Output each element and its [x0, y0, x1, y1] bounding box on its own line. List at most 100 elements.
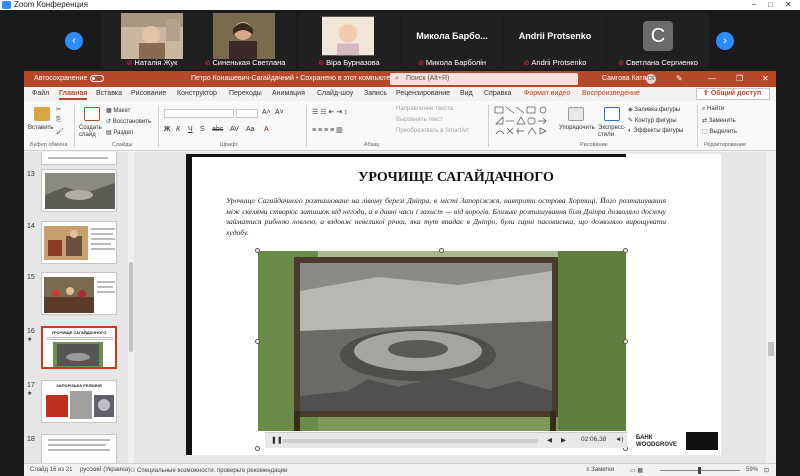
slide-video[interactable]	[258, 251, 626, 431]
resize-handle[interactable]	[255, 248, 260, 253]
shape-effects-button[interactable]: ◐ Эффекты фигуры	[628, 128, 683, 134]
section-button[interactable]: ▤ Раздел	[106, 129, 133, 136]
share-button[interactable]: ⇪ Общий доступ	[696, 88, 770, 100]
pen-icon[interactable]: ✎	[676, 71, 683, 87]
new-slide-button[interactable]: Создать слайд	[79, 125, 105, 139]
layout-button[interactable]: ▦ Макет	[106, 107, 130, 114]
shapes-gallery[interactable]	[494, 106, 554, 138]
copy-icon[interactable]: ⎘	[56, 117, 61, 124]
tab-slideshow[interactable]: Слайд-шоу	[317, 90, 353, 97]
slide-thumbnail[interactable]	[41, 169, 117, 212]
gallery-next-button[interactable]: ›	[716, 32, 734, 50]
tab-record[interactable]: Запись	[364, 90, 387, 97]
forward-icon[interactable]: ▶	[561, 436, 566, 444]
zoom-level[interactable]: 59%	[746, 467, 758, 473]
fit-icon[interactable]: ⊡	[764, 467, 769, 474]
scrollbar-thumb[interactable]	[129, 262, 133, 352]
volume-icon[interactable]: ◄)	[615, 436, 624, 443]
slide-thumbnail[interactable]: ЗАПОРІЗЬКА РЕЛІКВІЯ	[41, 380, 117, 423]
align-text-button[interactable]: Выровнять текст	[396, 117, 443, 123]
video-progress-bar[interactable]	[283, 439, 538, 443]
bold-icon[interactable]: Ж	[164, 126, 170, 133]
tab-review[interactable]: Рецензирование	[396, 90, 450, 97]
resize-handle[interactable]	[439, 248, 444, 253]
shrink-font-icon[interactable]: A˅	[275, 109, 284, 116]
font-size-input[interactable]	[236, 109, 258, 118]
close-icon[interactable]: ✕	[762, 71, 769, 87]
notes-button[interactable]: ≡ Заметки	[586, 467, 614, 473]
arrange-icon[interactable]	[568, 107, 584, 121]
smartart-button[interactable]: Преобразовать в SmartArt	[396, 128, 469, 134]
arrange-button[interactable]: Упорядочить	[559, 125, 595, 131]
minimize-icon[interactable]: —	[708, 71, 716, 87]
shadow-icon[interactable]: S	[200, 126, 205, 133]
normal-view-icon[interactable]: ▭ ▦	[630, 467, 643, 474]
language[interactable]: русский (Украина)	[80, 467, 130, 473]
slide-thumbnail-selected[interactable]: УРОЧИЩЕ САГАЙДАЧНОГО	[41, 326, 117, 369]
tab-animations[interactable]: Анимация	[272, 90, 305, 97]
paste-button[interactable]: Вставить	[28, 125, 53, 131]
paste-icon[interactable]	[34, 107, 50, 121]
cut-icon[interactable]: ✂	[56, 106, 61, 113]
document-title[interactable]: Петро Конашевич-Сагайдачний • Сохранено …	[191, 71, 401, 87]
slide-thumbnail[interactable]	[41, 272, 117, 315]
format-painter-icon[interactable]: 🖌	[56, 128, 64, 135]
accessibility-status[interactable]: ⚇ Специальные возможности: проверьте рек…	[130, 467, 288, 474]
zoom-slider-knob[interactable]	[698, 467, 701, 474]
resize-handle[interactable]	[623, 248, 628, 253]
tab-transitions[interactable]: Переходы	[229, 90, 262, 97]
font-name-input[interactable]	[164, 109, 234, 118]
tab-file[interactable]: Файл	[32, 90, 49, 97]
tab-playback[interactable]: Воспроизведение	[582, 90, 640, 97]
rewind-icon[interactable]: ◀	[547, 436, 552, 444]
user-name[interactable]: Самгова Катя	[602, 71, 646, 87]
slide-scrollbar[interactable]	[766, 152, 776, 463]
close-icon[interactable]: ✕	[785, 0, 792, 10]
quick-styles-button[interactable]: Экспресс-стили	[598, 125, 626, 139]
search-input[interactable]: ⌕ Поиск (Alt+Я)	[390, 73, 578, 85]
spacing-icon[interactable]: AV	[230, 126, 239, 133]
shape-outline-button[interactable]: ✎ Контур фигуры	[628, 117, 677, 124]
reset-button[interactable]: ↺ Восстановить	[106, 118, 151, 125]
participant-tile[interactable]: ⊘ Наталія Жук	[101, 13, 203, 69]
slide-thumbnail[interactable]	[41, 152, 117, 165]
slide-title[interactable]: УРОЧИЩЕ САГАЙДАЧНОГО	[306, 170, 606, 186]
quick-styles-icon[interactable]	[604, 107, 620, 121]
pause-icon[interactable]: ❚❚	[271, 436, 283, 444]
align-icon[interactable]: ≡ ≡ ≡ ≡ ▥	[312, 126, 343, 134]
font-color-icon[interactable]: A	[264, 126, 269, 133]
participant-tile[interactable]: Andrii Protsenko ⊘ Andrii Protsenko	[504, 13, 606, 69]
tab-view[interactable]: Вид	[460, 90, 473, 97]
zoom-slider[interactable]	[660, 467, 740, 474]
select-button[interactable]: ⬚ Выделить	[702, 128, 737, 135]
slide[interactable]: УРОЧИЩЕ САГАЙДАЧНОГО Урочище Сагайдачног…	[186, 154, 721, 455]
maximize-icon[interactable]: □	[768, 0, 773, 10]
participant-tile[interactable]: Микола Барбо... ⊘ Микола Барболін	[401, 13, 503, 69]
grow-font-icon[interactable]: A˄	[262, 109, 271, 116]
resize-handle[interactable]	[623, 339, 628, 344]
text-direction-button[interactable]: Направление текста	[396, 106, 453, 112]
participant-tile[interactable]: ⊘ Синенькая Светлана	[194, 13, 296, 69]
tab-draw[interactable]: Рисование	[131, 90, 166, 97]
resize-handle[interactable]	[255, 339, 260, 344]
find-button[interactable]: ⌕ Найти	[702, 106, 724, 113]
slide-body-text[interactable]: Урочище Сагайдачного розташоване на ліво…	[226, 196, 666, 238]
italic-icon[interactable]: К	[176, 126, 180, 133]
case-icon[interactable]: Aa	[246, 126, 255, 133]
tab-home[interactable]: Главная	[59, 90, 88, 100]
restore-icon[interactable]: ❐	[736, 71, 743, 87]
tab-help[interactable]: Справка	[484, 90, 511, 97]
tab-video-format[interactable]: Формат видео	[524, 90, 570, 97]
underline-icon[interactable]: Ч	[188, 126, 193, 133]
new-slide-icon[interactable]	[84, 107, 100, 121]
resize-handle[interactable]	[255, 446, 260, 451]
scrollbar-thumb[interactable]	[768, 342, 774, 356]
tab-insert[interactable]: Вставка	[96, 90, 122, 97]
strikethrough-icon[interactable]: abc	[212, 126, 223, 133]
participant-tile[interactable]: С ⊘ Светлана Сергиенко	[607, 13, 709, 69]
autosave-toggle[interactable]: Автосохранение	[34, 71, 105, 87]
bullets-icon[interactable]: ☰ ☷ ⇤ ⇥ ↕	[312, 108, 348, 116]
avatar[interactable]: СК	[646, 74, 656, 84]
shape-fill-button[interactable]: ◈ Заливка фигуры	[628, 106, 680, 113]
tab-design[interactable]: Конструктор	[177, 90, 217, 97]
